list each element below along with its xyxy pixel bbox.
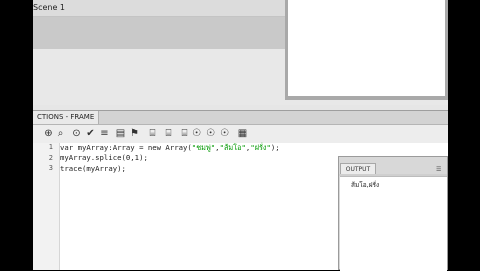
line-number: 1 xyxy=(48,143,53,151)
line-number: 3 xyxy=(48,164,53,172)
edit-bar: Scene 1 xyxy=(33,0,285,17)
timeline-panel[interactable] xyxy=(33,17,285,49)
find-icon[interactable]: ⌕ xyxy=(55,128,66,139)
code-line-3[interactable]: trace(myArray); xyxy=(60,164,126,173)
stage-canvas[interactable] xyxy=(285,0,448,100)
debug-options-icon[interactable]: ⚑ xyxy=(129,128,140,139)
actions-toolbar: ⊕ ⌕ ⊙ ✔ ≡ ▤ ⚑ ⌸ ⌸ ⌸ ☉ ☉ ☉ ▦ xyxy=(33,125,448,144)
insert-target-path-icon[interactable]: ⊙ xyxy=(71,128,82,139)
auto-format-icon[interactable]: ≡ xyxy=(99,128,110,139)
panel-menu-icon[interactable]: ☰ xyxy=(436,166,445,173)
apply-block-comment-icon[interactable]: ☉ xyxy=(191,128,202,139)
output-text-area[interactable]: ส้มโอ,ฝรั่ง xyxy=(340,176,447,271)
add-statement-icon[interactable]: ⊕ xyxy=(43,128,54,139)
apply-line-comment-icon[interactable]: ☉ xyxy=(205,128,216,139)
actions-panel-tab[interactable]: CTIONS - FRAME xyxy=(33,111,100,124)
code-hint-icon[interactable]: ▤ xyxy=(115,128,126,139)
check-syntax-icon[interactable]: ✔ xyxy=(85,128,96,139)
output-text: ส้มโอ,ฝรั่ง xyxy=(351,181,380,189)
remove-comment-icon[interactable]: ☉ xyxy=(219,128,230,139)
scene-label[interactable]: Scene 1 xyxy=(33,3,65,12)
collapse-between-braces-icon[interactable]: ⌸ xyxy=(147,128,158,139)
expand-all-icon[interactable]: ⌸ xyxy=(179,128,190,139)
line-number-gutter: 1 2 3 xyxy=(33,143,60,270)
collapse-selection-icon[interactable]: ⌸ xyxy=(163,128,174,139)
show-toolbox-icon[interactable]: ▦ xyxy=(237,128,248,139)
line-number: 2 xyxy=(48,153,53,162)
code-line-2[interactable]: myArray.splice(0,1); xyxy=(60,153,148,162)
